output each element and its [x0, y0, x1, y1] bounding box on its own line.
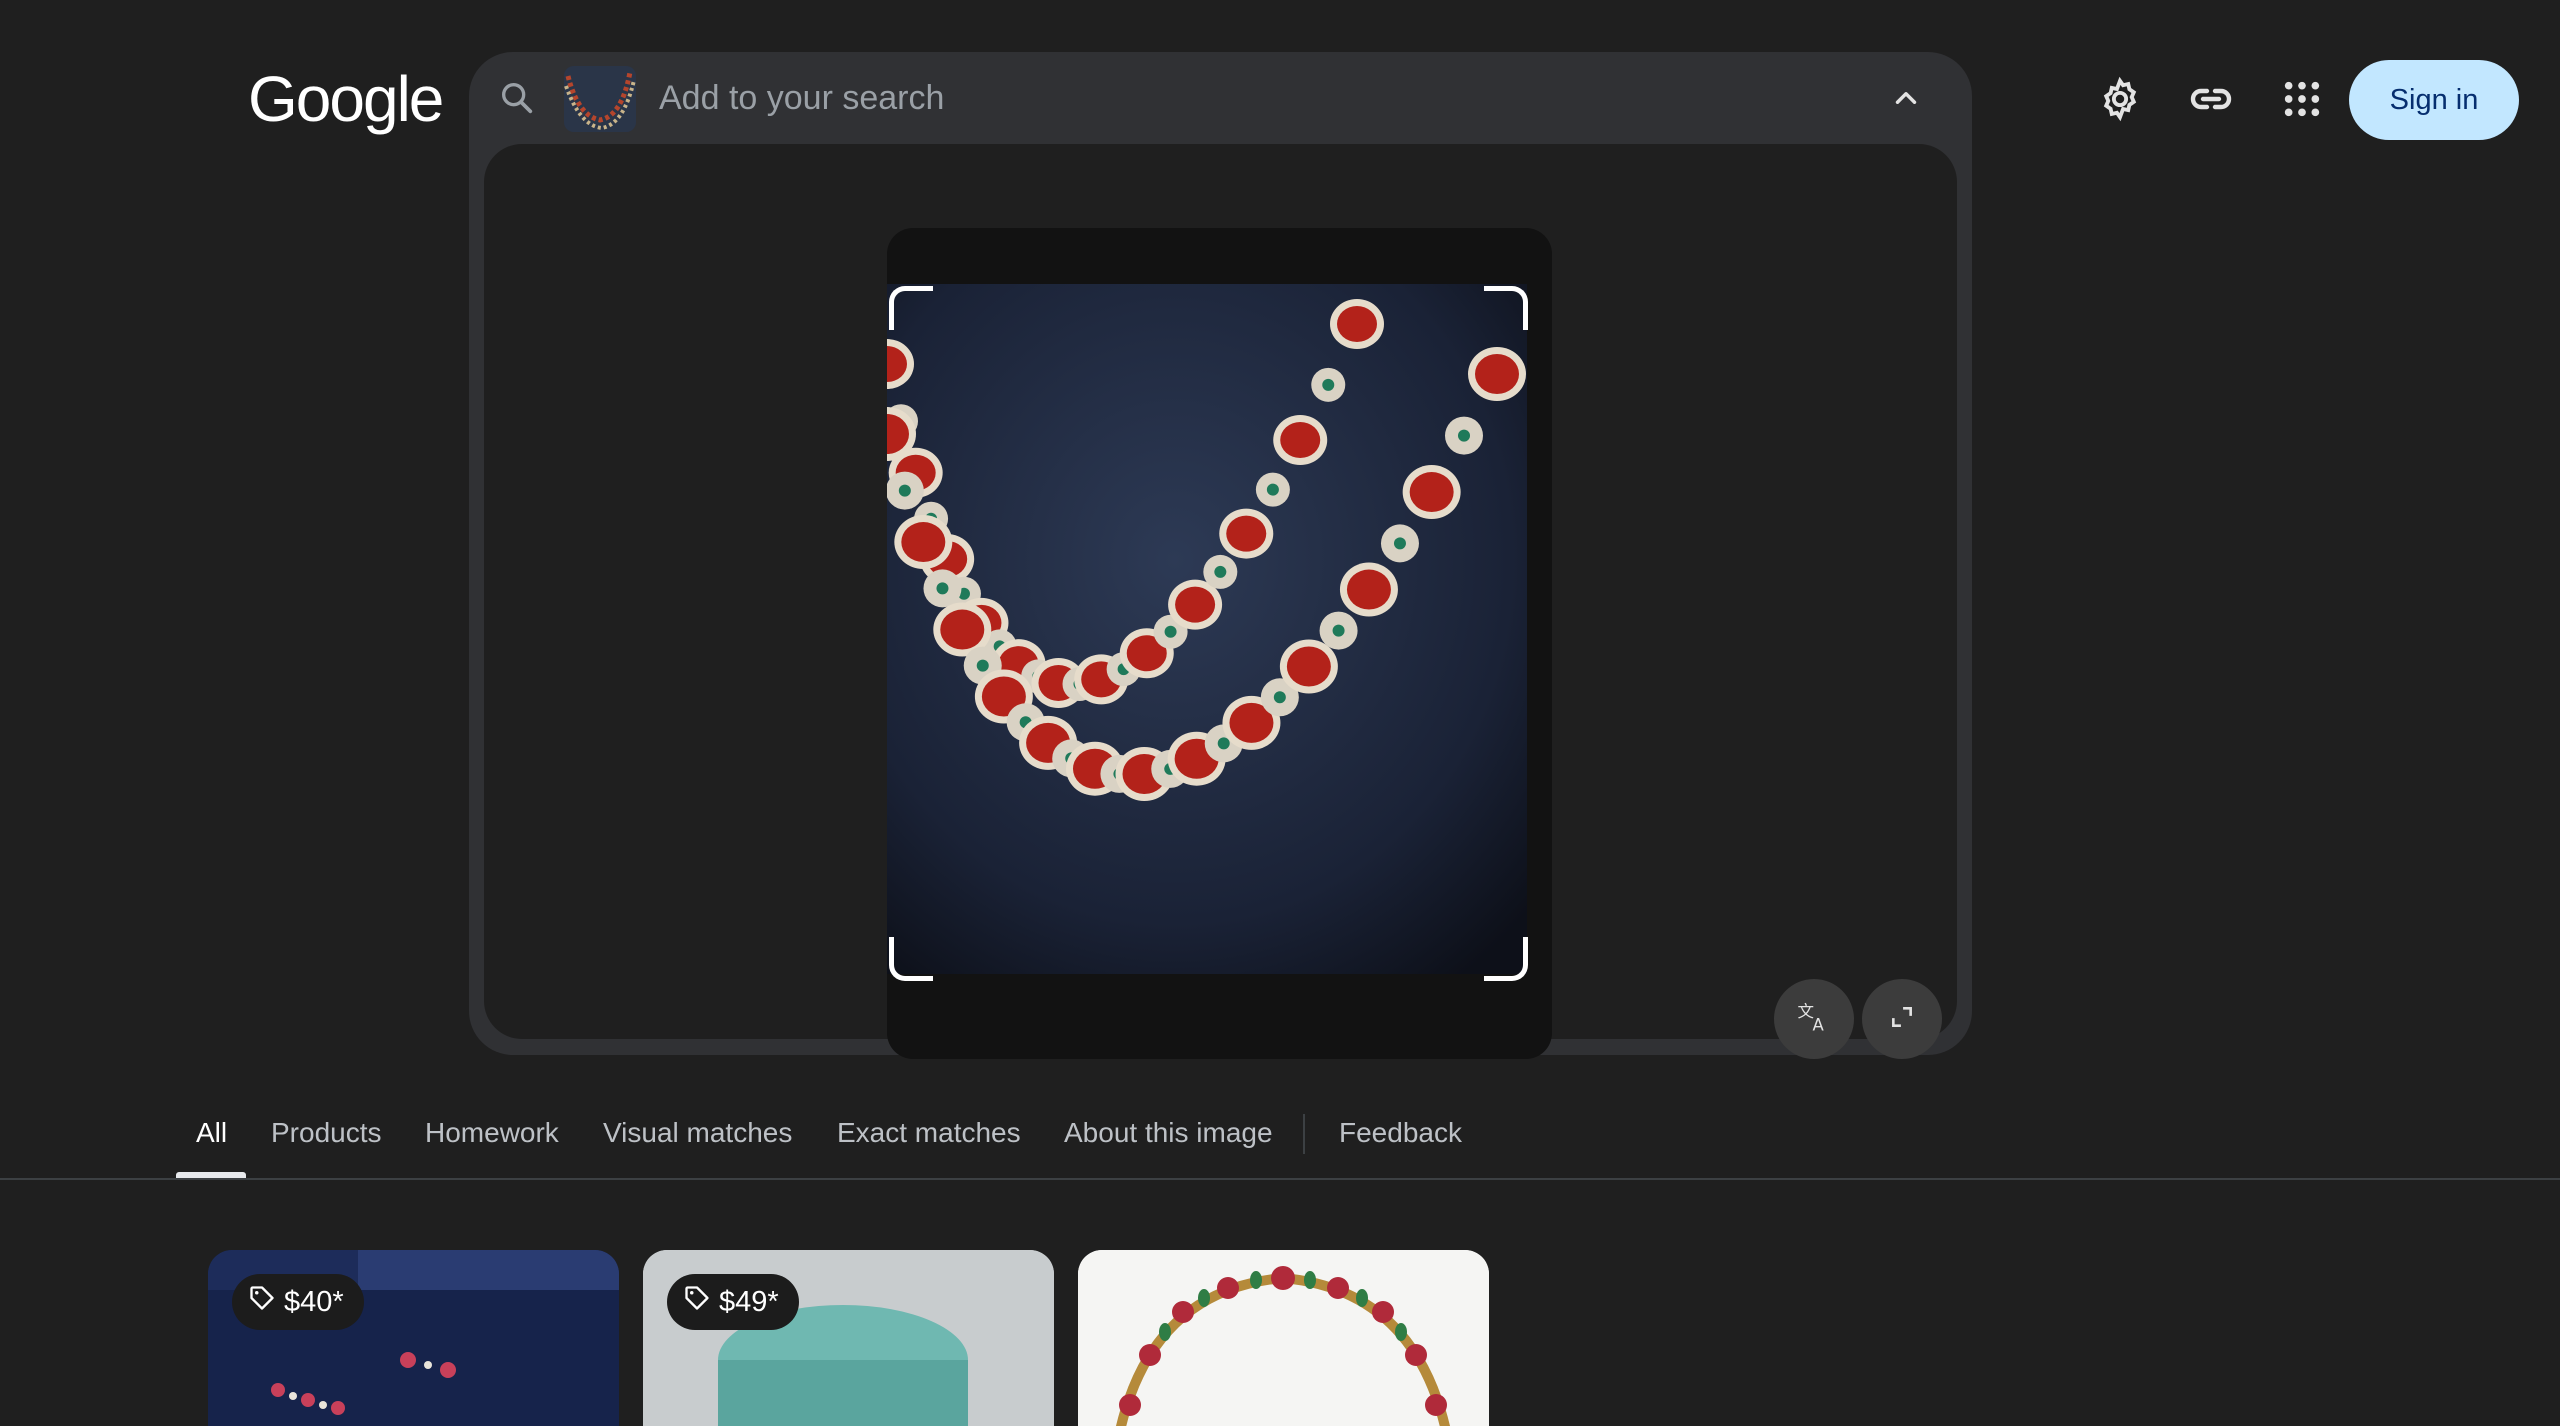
- search-icon[interactable]: [497, 78, 537, 118]
- tab-products[interactable]: Products: [271, 1117, 382, 1149]
- sign-in-button[interactable]: Sign in: [2349, 60, 2519, 140]
- tab-divider: [1303, 1114, 1305, 1154]
- price-badge: $49*: [667, 1274, 799, 1330]
- crop-corner-bottom-left[interactable]: [889, 937, 933, 981]
- price-label: $40*: [284, 1285, 344, 1318]
- crop-corner-bottom-right[interactable]: [1484, 937, 1528, 981]
- tag-icon: [683, 1284, 711, 1320]
- feedback-link[interactable]: Feedback: [1339, 1117, 1462, 1149]
- chevron-up-icon[interactable]: [1882, 74, 1930, 122]
- translate-icon: 文A: [1796, 999, 1832, 1040]
- svg-text:A: A: [1813, 1015, 1825, 1034]
- lens-search-panel: 文A: [469, 52, 1972, 1059]
- tab-all[interactable]: All: [196, 1117, 227, 1149]
- apps-grid-icon[interactable]: [2277, 74, 2327, 124]
- query-image-thumbnail[interactable]: [564, 66, 636, 132]
- crop-corner-top-right[interactable]: [1484, 286, 1528, 330]
- result-tabs: All Products Homework Visual matches Exa…: [0, 1100, 2560, 1180]
- tab-exact-matches[interactable]: Exact matches: [837, 1117, 1021, 1149]
- tag-icon: [248, 1284, 276, 1320]
- result-card[interactable]: [1078, 1250, 1489, 1426]
- expand-button[interactable]: [1862, 979, 1942, 1059]
- result-card[interactable]: $40*: [208, 1250, 619, 1426]
- translate-button[interactable]: 文A: [1774, 979, 1854, 1059]
- search-input[interactable]: [659, 70, 1759, 126]
- active-tab-indicator: [176, 1172, 246, 1178]
- necklace-image: [887, 284, 1527, 974]
- result-card[interactable]: $49*: [643, 1250, 1054, 1426]
- search-bar: [469, 52, 1972, 144]
- tab-about-this-image[interactable]: About this image: [1064, 1117, 1273, 1149]
- price-label: $49*: [719, 1285, 779, 1318]
- expand-icon: [1889, 1004, 1915, 1035]
- google-logo[interactable]: Google: [248, 62, 444, 136]
- crop-corner-top-left[interactable]: [889, 286, 933, 330]
- tab-visual-matches[interactable]: Visual matches: [603, 1117, 792, 1149]
- query-image: [887, 228, 1552, 1059]
- price-badge: $40*: [232, 1274, 364, 1330]
- gear-icon[interactable]: [2095, 74, 2145, 124]
- result-image: [1078, 1250, 1489, 1426]
- page: Google Add to your search 文 A Sign in Al…: [0, 0, 2560, 1426]
- image-preview-panel: 文A: [484, 144, 1957, 1059]
- link-icon[interactable]: [2186, 74, 2236, 124]
- tab-homework[interactable]: Homework: [425, 1117, 559, 1149]
